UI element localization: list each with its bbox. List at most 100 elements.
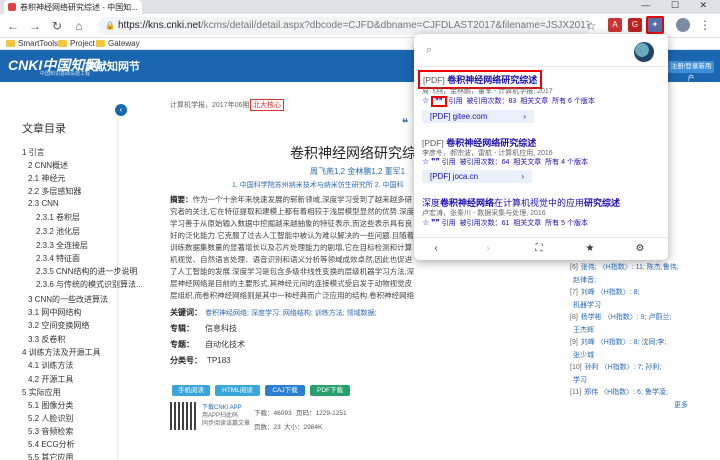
toc-item[interactable]: 2.1 神经元: [28, 173, 65, 184]
reference-item[interactable]: 学习: [570, 375, 587, 385]
reference-item[interactable]: [8] 杨学彬 〈H指数〉: 9; 卢蔚兰;: [570, 312, 671, 322]
reference-item[interactable]: [6] 张伟; 〈H指数〉: 11; 陈杰;鲁伟;: [570, 262, 679, 272]
extension-icon[interactable]: G: [628, 18, 642, 32]
result-1-title-text[interactable]: 卷积神经网络研究综述: [447, 75, 537, 85]
menu-dots-icon[interactable]: ⋮: [698, 18, 712, 32]
toc-item[interactable]: 5.1 图像分类: [28, 400, 73, 411]
pdf-extension-icon[interactable]: A: [608, 18, 622, 32]
search-icon[interactable]: ⌕: [426, 44, 432, 57]
reference-item[interactable]: 机器学习: [570, 300, 601, 310]
all-versions-link[interactable]: 所有 6 个版本: [552, 98, 595, 105]
reference-text[interactable]: 孙利 〈H指数〉: 7; 孙利;: [585, 364, 662, 371]
save-star-icon[interactable]: ☆: [422, 218, 429, 227]
toc-item[interactable]: 5.5 其它应用: [28, 452, 73, 460]
related-articles-link[interactable]: 相关文章: [513, 220, 541, 227]
toc-item[interactable]: 2.3.4 特征面: [36, 253, 80, 264]
chevron-left-icon[interactable]: ‹: [429, 243, 443, 254]
fullscreen-icon[interactable]: ⛶: [532, 243, 546, 254]
reference-item[interactable]: [9] 刘峰 〈H指数〉: 8; 沈同;李;: [570, 337, 666, 347]
toc-item[interactable]: 3 CNN的一些改进算法: [28, 294, 108, 305]
toc-item[interactable]: 2.2 多层感知器: [28, 186, 81, 197]
reference-text[interactable]: 机器学习: [573, 302, 601, 309]
toc-item[interactable]: 3.2 空间变换网络: [28, 320, 89, 331]
save-star-icon[interactable]: ☆: [422, 157, 429, 166]
profile-avatar[interactable]: [676, 18, 690, 32]
reload-icon[interactable]: ↻: [50, 19, 64, 33]
article-authors[interactable]: 周飞燕1,2 金林鹏1,2 董军1: [310, 166, 405, 177]
reference-item[interactable]: 赵律音;: [570, 275, 596, 285]
star-icon[interactable]: ★: [583, 243, 597, 254]
toc-item[interactable]: 4.1 训练方法: [28, 360, 73, 371]
result-2-title-text[interactable]: 卷积神经网络研究综述: [446, 138, 536, 148]
bookmark-smarttools[interactable]: SmartTools: [6, 39, 58, 48]
reference-item[interactable]: [7] 刘峰 〈H指数〉: 8;: [570, 287, 640, 297]
reference-item[interactable]: [11] 郑伟 〈H指数〉: 6; 鲁学凌;: [570, 387, 668, 397]
result-1-pdf-link[interactable]: [PDF] gitee.com ›: [422, 110, 534, 123]
reference-text[interactable]: 赵律音;: [573, 277, 596, 284]
cited-by-link[interactable]: 被引用次数：61: [460, 220, 510, 227]
bookmark-gateway[interactable]: Gateway: [96, 39, 140, 48]
cite-link[interactable]: 引用: [442, 159, 456, 166]
journal-meta[interactable]: 计算机学报，2017年06期: [170, 100, 249, 110]
reference-text[interactable]: 郑伟 〈H指数〉: 6; 鲁学凌;: [584, 389, 668, 396]
toc-item[interactable]: 2.3 CNN: [28, 199, 59, 208]
scholar-extension-icon[interactable]: ✦: [646, 16, 664, 34]
reference-text[interactable]: 刘峰 〈H指数〉: 8; 沈同;李;: [581, 339, 667, 346]
cite-link[interactable]: 引用: [449, 98, 463, 105]
cited-by-link[interactable]: 被引用次数：64: [460, 159, 510, 166]
toc-item[interactable]: 2.3.5 CNN结构的进一步说明: [36, 266, 137, 277]
toc-item[interactable]: 4.2 开源工具: [28, 374, 73, 385]
save-star-icon[interactable]: ☆: [422, 96, 429, 105]
toc-item[interactable]: 4 训练方法及开源工具: [22, 347, 101, 358]
toc-item[interactable]: 2 CNN概述: [28, 160, 68, 171]
reference-text[interactable]: 张伟; 〈H指数〉: 11; 陈杰;鲁伟;: [581, 264, 679, 271]
address-bar[interactable]: 🔒 https://kns.cnki.net/kcms/detail/detai…: [98, 17, 590, 35]
reference-item[interactable]: 张少城: [570, 350, 594, 360]
reference-text[interactable]: 学习: [573, 377, 587, 384]
bookmark-project[interactable]: Project: [58, 39, 95, 48]
toc-item[interactable]: 3.1 网中网结构: [28, 307, 81, 318]
browser-tab[interactable]: 卷积神经网络研究综述 - 中国知...: [4, 0, 142, 14]
reference-item[interactable]: [10] 孙利 〈H指数〉: 7; 孙利;: [570, 362, 661, 372]
reference-item[interactable]: 王杰辉: [570, 325, 594, 335]
toc-item[interactable]: 5.2 人脸识别: [28, 413, 73, 424]
all-versions-link[interactable]: 所有 5 个版本: [545, 220, 588, 227]
cite-quote-icon[interactable]: ❞❞: [431, 96, 447, 107]
window-controls[interactable]: — ☐ ✕: [641, 0, 716, 14]
toc-item[interactable]: 2.3.3 全连接层: [36, 240, 88, 251]
reference-text[interactable]: 张少城: [573, 352, 594, 359]
related-articles-link[interactable]: 相关文章: [513, 159, 541, 166]
forward-arrow-icon[interactable]: →: [28, 19, 42, 33]
toc-item[interactable]: 3.3 反卷积: [28, 334, 65, 345]
toc-item[interactable]: 5.4 ECG分析: [28, 439, 75, 450]
settings-icon[interactable]: ⚙: [633, 243, 647, 254]
mobile-read-button[interactable]: 手机阅读: [172, 385, 210, 396]
register-button[interactable]: 注册/登录新用户: [668, 61, 714, 82]
reference-text[interactable]: 杨学彬 〈H指数〉: 9; 卢蔚兰;: [581, 314, 672, 321]
back-arrow-icon[interactable]: ←: [6, 19, 20, 33]
cite-quote-icon[interactable]: ❞❞: [431, 157, 440, 166]
toc-item[interactable]: 1 引言: [22, 147, 45, 158]
collapse-toc-button[interactable]: ‹: [115, 104, 127, 116]
html-read-button[interactable]: HTML阅读: [215, 385, 260, 396]
related-articles-link[interactable]: 相关文章: [520, 98, 548, 105]
chevron-right-icon[interactable]: ›: [481, 243, 495, 254]
caj-download-button[interactable]: CAJ下载: [265, 385, 305, 396]
result-2-pdf-link[interactable]: [PDF] joca.cn ›: [422, 170, 532, 183]
keywords-value[interactable]: 卷积神经网络; 深度学习; 网络结构; 训练方法; 领域数据;: [205, 310, 377, 317]
toc-item[interactable]: 2.3.2 池化层: [36, 226, 80, 237]
account-avatar[interactable]: [634, 42, 654, 62]
reference-text[interactable]: 刘峰 〈H指数〉: 8;: [581, 289, 640, 296]
home-icon[interactable]: ⌂: [72, 19, 86, 33]
more-references-link[interactable]: 更多: [674, 400, 688, 410]
cite-link[interactable]: 引用: [442, 220, 456, 227]
cited-by-link[interactable]: 被引用次数：83: [467, 98, 517, 105]
toc-item[interactable]: 5.3 音频检索: [28, 426, 73, 437]
reference-text[interactable]: 王杰辉: [573, 327, 594, 334]
all-versions-link[interactable]: 所有 4 个版本: [545, 159, 588, 166]
toc-item[interactable]: 2.3.6 与传统的模式识别算法...: [36, 279, 143, 290]
toc-item[interactable]: 2.3.1 卷积层: [36, 212, 80, 223]
bookmark-star-icon[interactable]: ☆: [584, 19, 598, 33]
app-promo-line-1[interactable]: 下载CNKI APP: [202, 404, 250, 412]
pdf-download-button[interactable]: PDF下载: [310, 385, 350, 396]
